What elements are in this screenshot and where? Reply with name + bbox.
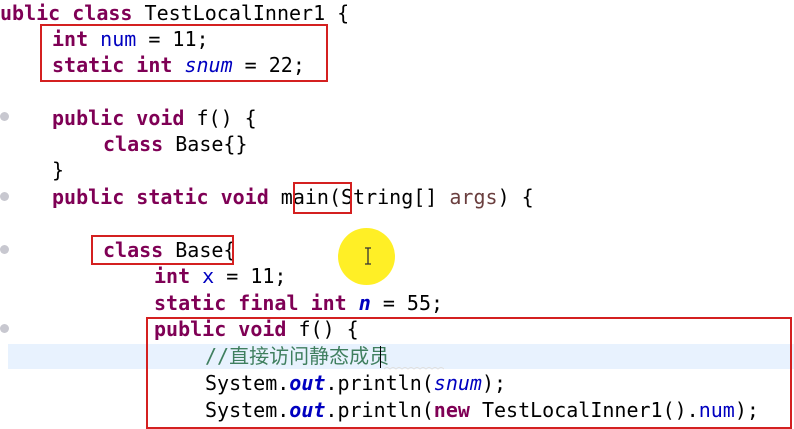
code-token: Base{} [163, 132, 248, 156]
annotation-box-local-class [91, 235, 234, 265]
code-token: ublic [0, 1, 61, 25]
code-line: public void f() { [52, 105, 257, 131]
code-token: args [449, 185, 498, 209]
code-token: static [136, 185, 209, 209]
code-editor[interactable]: ublic class TestLocalInner1 { int num = … [0, 0, 794, 429]
code-token: void [220, 185, 269, 209]
code-token: = 11; [214, 264, 287, 288]
code-line: class Base{} [103, 131, 248, 157]
fold-toggle-icon[interactable] [0, 192, 9, 201]
annotation-box-method-body [146, 317, 792, 429]
code-line: int x = 11; [154, 263, 286, 289]
code-line: ublic class TestLocalInner1 { [0, 0, 349, 26]
code-token: public [52, 185, 125, 209]
fold-toggle-icon[interactable] [0, 112, 9, 121]
code-token: int [154, 264, 191, 288]
text-cursor-icon [365, 247, 371, 265]
fold-toggle-icon[interactable] [0, 324, 9, 333]
code-token: ) { [497, 185, 534, 209]
code-token: public [52, 106, 125, 130]
code-token: int [310, 291, 347, 315]
code-token: static [154, 291, 227, 315]
code-token: } [52, 158, 65, 182]
code-token: x [202, 264, 215, 288]
code-token: void [136, 106, 185, 130]
code-token: TestLocalInner1 { [132, 1, 350, 25]
code-token: n [358, 291, 371, 315]
code-token: = 55; [370, 291, 444, 315]
code-token: f() { [184, 106, 257, 130]
code-token: class [72, 1, 133, 25]
code-token: class [103, 132, 164, 156]
code-line: } [52, 157, 64, 183]
code-token: final [238, 291, 299, 315]
annotation-box-outer-fields [40, 24, 328, 82]
fold-toggle-icon[interactable] [0, 245, 9, 254]
annotation-box-main [293, 182, 352, 214]
code-line: static final int n = 55; [154, 290, 443, 316]
